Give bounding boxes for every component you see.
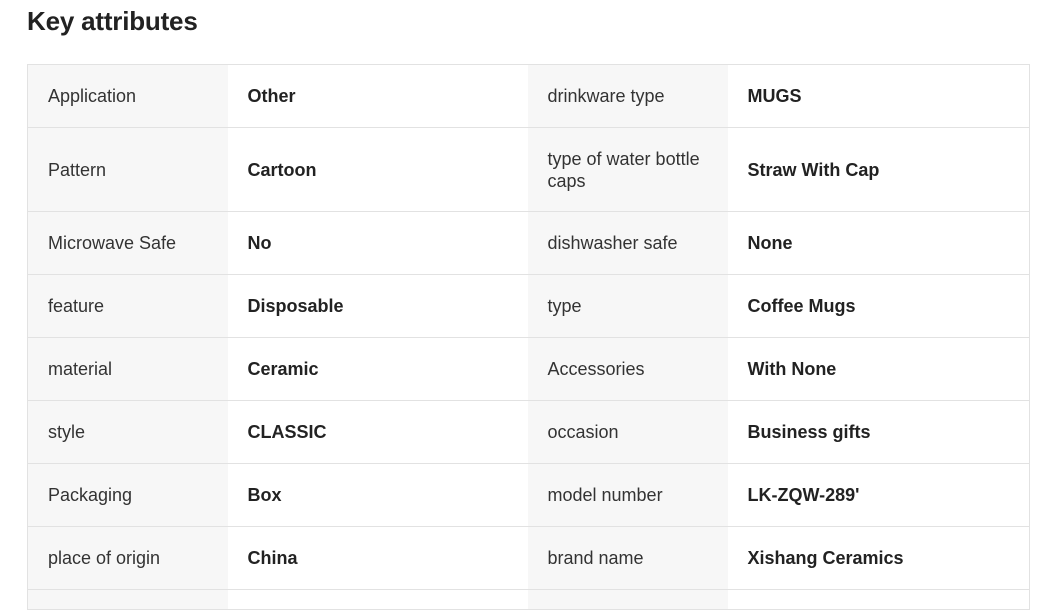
attribute-value: Cartoon (227, 127, 528, 212)
attribute-label-empty (527, 589, 728, 610)
attribute-value: Other (227, 64, 528, 128)
table-row: place of origin China brand name Xishang… (27, 526, 1030, 590)
attribute-label: Packaging (27, 463, 228, 527)
attribute-label: type of water bottle caps (527, 127, 728, 212)
attribute-value: Disposable (227, 274, 528, 338)
table-row-partial (27, 589, 1030, 610)
table-row: Microwave Safe No dishwasher safe None (27, 211, 1030, 275)
attribute-value: With None (727, 337, 1030, 401)
attribute-value: LK-ZQW-289' (727, 463, 1030, 527)
attribute-value: Xishang Ceramics (727, 526, 1030, 590)
attribute-value: None (727, 211, 1030, 275)
attribute-value: MUGS (727, 64, 1030, 128)
attribute-label: drinkware type (527, 64, 728, 128)
attribute-label-empty (27, 589, 228, 610)
attribute-label: feature (27, 274, 228, 338)
key-attributes-table: Application Other drinkware type MUGS Pa… (27, 64, 1030, 610)
table-row: Application Other drinkware type MUGS (27, 64, 1030, 128)
attribute-label: type (527, 274, 728, 338)
attribute-value: Box (227, 463, 528, 527)
attribute-value: Coffee Mugs (727, 274, 1030, 338)
attribute-label: model number (527, 463, 728, 527)
attribute-label: brand name (527, 526, 728, 590)
attribute-label: dishwasher safe (527, 211, 728, 275)
table-row: style CLASSIC occasion Business gifts (27, 400, 1030, 464)
attribute-label: occasion (527, 400, 728, 464)
section-title: Key attributes (27, 6, 198, 36)
attribute-value-empty (227, 589, 528, 610)
table-row: feature Disposable type Coffee Mugs (27, 274, 1030, 338)
attribute-label: material (27, 337, 228, 401)
attribute-value-empty (727, 589, 1030, 610)
attribute-value: Ceramic (227, 337, 528, 401)
table-row: Pattern Cartoon type of water bottle cap… (27, 127, 1030, 212)
attribute-label: Application (27, 64, 228, 128)
attribute-value: Straw With Cap (727, 127, 1030, 212)
attribute-label: place of origin (27, 526, 228, 590)
attribute-label: Pattern (27, 127, 228, 212)
attribute-label: Accessories (527, 337, 728, 401)
attribute-label: Microwave Safe (27, 211, 228, 275)
attribute-value: CLASSIC (227, 400, 528, 464)
attribute-value: China (227, 526, 528, 590)
attribute-value: Business gifts (727, 400, 1030, 464)
table-row: Packaging Box model number LK-ZQW-289' (27, 463, 1030, 527)
attribute-value: No (227, 211, 528, 275)
table-row: material Ceramic Accessories With None (27, 337, 1030, 401)
attribute-label: style (27, 400, 228, 464)
